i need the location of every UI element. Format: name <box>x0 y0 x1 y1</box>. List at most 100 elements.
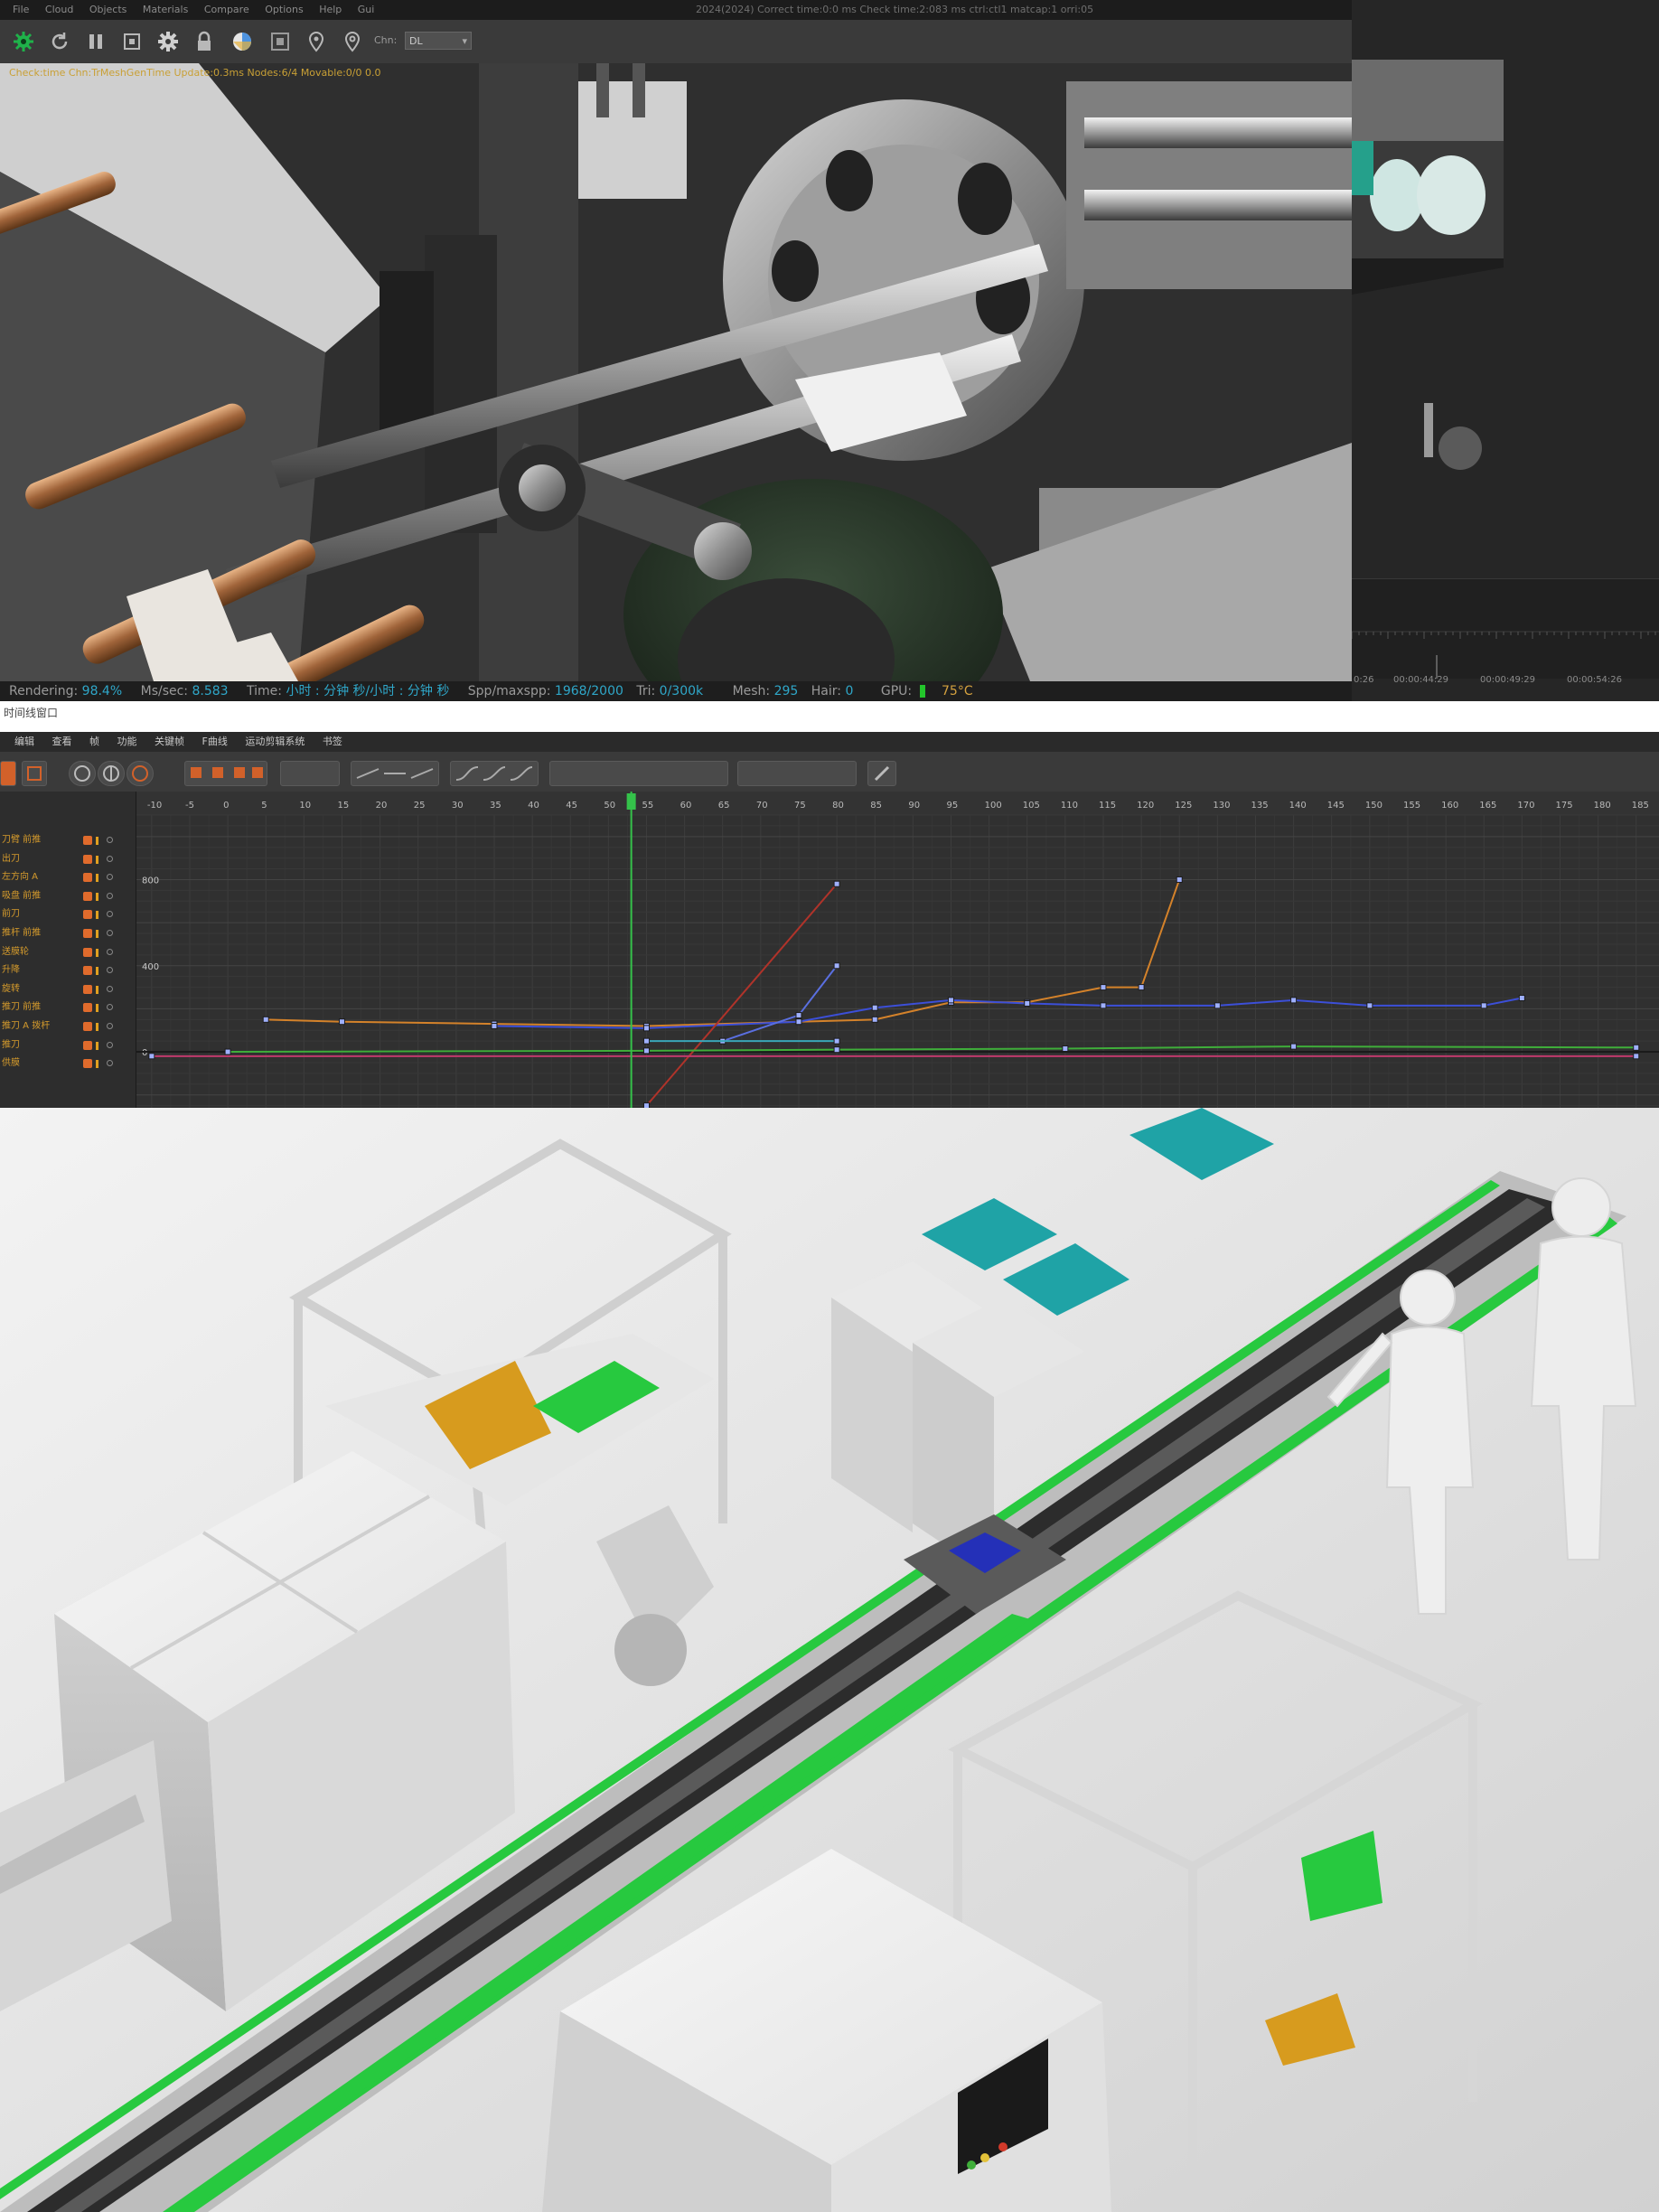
track-row[interactable]: 推杆 前推 <box>0 924 136 942</box>
track-row[interactable]: 推刀 <box>0 1036 136 1054</box>
menu-options[interactable]: Options <box>265 0 303 20</box>
pin-icon[interactable] <box>305 31 327 52</box>
track-row[interactable]: 送膜轮 <box>0 943 136 961</box>
reference-thumbnail[interactable] <box>1352 60 1504 522</box>
ge-menu-keyframes[interactable]: 关键帧 <box>155 732 184 752</box>
graph-editor-title: 时间线窗口 <box>0 701 1659 732</box>
keyframe-point <box>1214 1002 1221 1009</box>
menu-compare[interactable]: Compare <box>204 0 249 20</box>
ge-menu-frame[interactable]: 帧 <box>89 732 99 752</box>
render-viewport[interactable] <box>0 63 1352 681</box>
ge-menu-motion-system[interactable]: 运动剪辑系统 <box>245 732 305 752</box>
scale-icon[interactable] <box>98 761 125 786</box>
track-row[interactable]: 前刀 <box>0 905 136 923</box>
track-row[interactable]: 刀臂 前推 <box>0 831 136 849</box>
channel-select[interactable]: DL ▾ <box>405 32 472 50</box>
timeline-strip[interactable]: 0:26 00:00:44:29 00:00:49:29 00:00:54:26 <box>1352 578 1659 685</box>
track-row[interactable]: 吸盘 前推 <box>0 887 136 905</box>
track-color-swatch[interactable] <box>83 966 92 976</box>
ge-menu-edit[interactable]: 编辑 <box>14 732 34 752</box>
menu-objects[interactable]: Objects <box>89 0 127 20</box>
track-color-swatch[interactable] <box>83 891 92 901</box>
pencil-icon[interactable] <box>867 761 896 786</box>
track-row[interactable]: 推刀 A 拨杆 <box>0 1017 136 1036</box>
x-tick-label: 65 <box>718 801 730 811</box>
tangent-linear-buttons[interactable] <box>351 761 439 786</box>
fcurve-canvas[interactable]: -10 -5 0 5 10 15 20 25 30 35 40 45 50 55 60 65 70 75 80 85 9… <box>136 792 1659 1108</box>
track-color-swatch[interactable] <box>83 873 92 883</box>
x-tick-label: 105 <box>1023 801 1040 811</box>
track-enable-toggle[interactable] <box>107 1060 113 1067</box>
key-mode-buttons[interactable] <box>737 761 857 786</box>
gear-green-icon[interactable] <box>13 31 34 52</box>
track-label: 刀臂 前推 <box>2 835 42 845</box>
track-color-swatch[interactable] <box>83 1022 92 1031</box>
color-sphere-icon[interactable] <box>231 31 253 52</box>
move-icon[interactable] <box>69 761 96 786</box>
ms-label: Ms/sec: <box>140 684 189 698</box>
stop-icon[interactable] <box>121 31 143 52</box>
track-row[interactable]: 推刀 前推 <box>0 998 136 1017</box>
track-enable-toggle[interactable] <box>107 1041 113 1048</box>
track-row[interactable]: 旋转 <box>0 980 136 998</box>
menu-materials[interactable]: Materials <box>143 0 188 20</box>
track-enable-toggle[interactable] <box>107 948 113 955</box>
pin-focus-icon[interactable] <box>342 31 363 52</box>
record-icon[interactable] <box>0 761 16 786</box>
track-color-swatch[interactable] <box>83 1040 92 1050</box>
frame-all-icon[interactable] <box>22 761 47 786</box>
timecode-1: 00:00:44:29 <box>1393 675 1449 685</box>
track-enable-toggle[interactable] <box>107 930 113 936</box>
timecode-2: 00:00:49:29 <box>1480 675 1536 685</box>
menu-cloud[interactable]: Cloud <box>45 0 73 20</box>
menu-gui[interactable]: Gui <box>358 0 375 20</box>
key-tool-buttons[interactable] <box>549 761 728 786</box>
track-key-marker <box>96 1041 98 1050</box>
pause-icon[interactable] <box>85 31 107 52</box>
lock-icon[interactable] <box>193 31 215 52</box>
track-row[interactable]: 升降 <box>0 961 136 979</box>
track-row[interactable]: 出刀 <box>0 850 136 868</box>
track-enable-toggle[interactable] <box>107 1004 113 1011</box>
track-color-swatch[interactable] <box>83 1059 92 1069</box>
graph-editor-menubar: 编辑 查看 帧 功能 关键帧 F曲线 运动剪辑系统 书签 <box>0 732 1659 752</box>
track-color-swatch[interactable] <box>83 836 92 845</box>
track-label: 升降 <box>2 965 20 976</box>
track-key-marker <box>96 855 98 864</box>
track-enable-toggle[interactable] <box>107 985 113 992</box>
region-icon[interactable] <box>269 31 291 52</box>
ge-menu-view[interactable]: 查看 <box>52 732 72 752</box>
menu-help[interactable]: Help <box>319 0 342 20</box>
refresh-icon[interactable] <box>49 31 70 52</box>
menu-file[interactable]: File <box>13 0 29 20</box>
ge-menu-bookmarks[interactable]: 书签 <box>323 732 342 752</box>
add-key-buttons[interactable] <box>184 761 267 786</box>
x-tick-label: 140 <box>1289 801 1307 811</box>
track-color-swatch[interactable] <box>83 984 92 994</box>
tangent-spline-buttons[interactable] <box>450 761 539 786</box>
track-color-swatch[interactable] <box>83 929 92 938</box>
track-enable-toggle[interactable] <box>107 967 113 974</box>
track-list: 刀臂 前推出刀 左方向 A 吸盘 前推 前刀 推杆 前推 送膜轮升降旋转 推刀 前推 推刀 A… <box>0 792 136 1108</box>
ge-menu-functions[interactable]: 功能 <box>117 732 137 752</box>
snap-buttons[interactable] <box>280 761 340 786</box>
track-color-swatch[interactable] <box>83 947 92 957</box>
rotate-icon[interactable] <box>127 761 154 786</box>
graph-editor-window: 时间线窗口 编辑 查看 帧 功能 关键帧 F曲线 运动剪辑系统 书签 刀臂 前推… <box>0 701 1659 1108</box>
fcurve-graph[interactable]: -10 -5 0 5 10 15 20 25 30 35 40 45 50 55 60 65 70 75 80 85 9… <box>136 792 1659 1108</box>
track-color-swatch[interactable] <box>83 910 92 920</box>
track-enable-toggle[interactable] <box>107 837 113 843</box>
track-enable-toggle[interactable] <box>107 892 113 899</box>
track-enable-toggle[interactable] <box>107 1023 113 1029</box>
track-color-swatch[interactable] <box>83 854 92 864</box>
track-row[interactable]: 供膜 <box>0 1054 136 1073</box>
track-color-swatch[interactable] <box>83 1003 92 1013</box>
ge-menu-fcurve[interactable]: F曲线 <box>202 732 228 752</box>
keyframe-point <box>491 1022 498 1029</box>
settings-gear-icon[interactable] <box>157 31 179 52</box>
track-enable-toggle[interactable] <box>107 855 113 862</box>
track-enable-toggle[interactable] <box>107 911 113 918</box>
track-label: 供膜 <box>2 1058 20 1069</box>
track-row[interactable]: 左方向 A <box>0 868 136 886</box>
track-enable-toggle[interactable] <box>107 874 113 881</box>
